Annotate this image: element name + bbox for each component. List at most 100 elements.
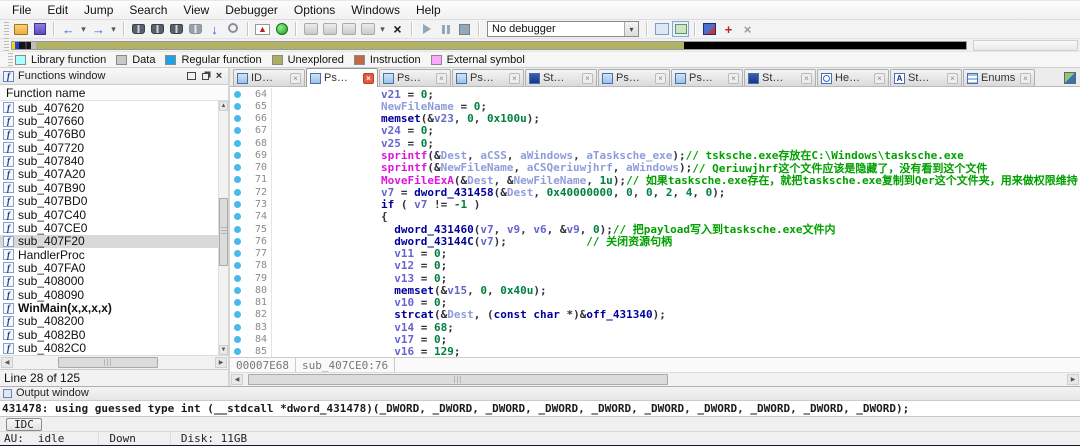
debugger-options-icon[interactable] <box>672 21 689 37</box>
function-row[interactable]: fsub_4076B0 <box>0 128 228 141</box>
pseudocode-horizontal-scrollbar[interactable]: ◀ ▶ <box>230 372 1080 386</box>
tab-ps[interactable]: Ps…× <box>379 69 451 86</box>
tab-close-icon[interactable]: × <box>290 73 301 84</box>
menu-item-file[interactable]: File <box>4 2 39 18</box>
tab-ps[interactable]: Ps…× <box>671 69 743 86</box>
tab-ps[interactable]: Ps…× <box>306 68 378 87</box>
nav-forward-icon[interactable] <box>90 21 107 37</box>
code-line[interactable]: 78 v12 = 0; <box>230 260 1080 272</box>
tab-close-icon[interactable]: × <box>436 73 447 84</box>
jump-function-icon[interactable] <box>149 21 166 37</box>
code-line[interactable]: 82 strcat(&Dest, (const char *)&off_4313… <box>230 309 1080 321</box>
close-toolbar-icon[interactable] <box>389 21 406 37</box>
menu-item-debugger[interactable]: Debugger <box>217 2 286 18</box>
caret-down-icon[interactable] <box>79 21 88 37</box>
function-row[interactable]: fsub_407FA0 <box>0 261 228 274</box>
modules-icon[interactable] <box>701 21 718 37</box>
function-row[interactable]: fsub_407A20 <box>0 168 228 181</box>
tab-close-icon[interactable]: × <box>1020 73 1031 84</box>
caret-down-icon[interactable] <box>109 21 118 37</box>
save-icon[interactable] <box>31 21 48 37</box>
debugger-select[interactable]: No debugger▾ <box>487 21 639 37</box>
float-icon[interactable] <box>199 70 211 82</box>
tab-id[interactable]: ID…× <box>233 69 305 86</box>
menu-item-help[interactable]: Help <box>408 2 449 18</box>
open-file-icon[interactable] <box>12 21 29 37</box>
stop-icon[interactable] <box>456 21 473 37</box>
debug-tool-icon-4[interactable] <box>359 21 376 37</box>
function-name-column-header[interactable]: Function name <box>0 85 228 101</box>
menu-item-jump[interactable]: Jump <box>76 2 121 18</box>
tab-st[interactable]: St…× <box>744 69 816 86</box>
code-line[interactable]: 65 NewFileName = 0; <box>230 100 1080 112</box>
jump-name-icon[interactable] <box>168 21 185 37</box>
jump-down-icon[interactable] <box>206 21 223 37</box>
function-row[interactable]: fsub_4082C0 <box>0 341 228 354</box>
tab-close-icon[interactable]: × <box>728 73 739 84</box>
navigation-band[interactable] <box>0 39 1080 52</box>
menu-item-windows[interactable]: Windows <box>343 2 408 18</box>
tab-ps[interactable]: Ps…× <box>598 69 670 86</box>
function-row[interactable]: fsub_407CE0 <box>0 221 228 234</box>
function-row[interactable]: fsub_407C40 <box>0 208 228 221</box>
function-row[interactable]: fHandlerProc <box>0 248 228 261</box>
scroll-right-icon[interactable]: ▶ <box>215 357 227 368</box>
pseudocode-view[interactable]: 64 v21 = 0;65 NewFileName = 0;66 memset(… <box>230 87 1080 357</box>
function-row[interactable]: fsub_407BD0 <box>0 195 228 208</box>
nav-back-icon[interactable] <box>60 21 77 37</box>
scroll-left-icon[interactable]: ◀ <box>1 357 13 368</box>
menu-item-search[interactable]: Search <box>121 2 175 18</box>
tab-st[interactable]: St…× <box>890 69 962 86</box>
toolbar-drag-handle[interactable] <box>4 38 9 52</box>
add-breakpoint-icon[interactable] <box>720 21 737 37</box>
tab-st[interactable]: St…× <box>525 69 597 86</box>
navigation-band-segment[interactable] <box>36 42 684 49</box>
output-window-titlebar[interactable]: Output window <box>0 387 1080 401</box>
function-row[interactable]: fsub_408090 <box>0 288 228 301</box>
function-row[interactable]: fsub_407F20 <box>0 235 228 248</box>
debug-tool-icon-3[interactable] <box>340 21 357 37</box>
scroll-down-icon[interactable]: ▼ <box>219 345 228 355</box>
code-line[interactable]: 85 v16 = 129; <box>230 346 1080 357</box>
navigation-band-strip[interactable] <box>11 41 967 50</box>
functions-vertical-scrollbar[interactable]: ▲ ▼ <box>218 101 228 355</box>
tab-close-icon[interactable]: × <box>363 73 374 84</box>
code-line[interactable]: 84 v17 = 0; <box>230 333 1080 345</box>
scrollbar-thumb[interactable] <box>219 198 228 267</box>
tab-close-icon[interactable]: × <box>582 73 593 84</box>
scroll-up-icon[interactable]: ▲ <box>219 101 228 111</box>
code-line[interactable]: 83 v14 = 68; <box>230 321 1080 333</box>
tab-list-icon[interactable] <box>1064 72 1076 84</box>
tab-close-icon[interactable]: × <box>509 73 520 84</box>
idc-tab-button[interactable]: IDC <box>6 418 42 431</box>
switch-debugger-icon[interactable] <box>653 21 670 37</box>
code-line[interactable]: 81 v10 = 0; <box>230 297 1080 309</box>
tab-ps[interactable]: Ps…× <box>452 69 524 86</box>
function-row[interactable]: fsub_407840 <box>0 154 228 167</box>
code-line[interactable]: 80 memset(&v15, 0, 0x40u); <box>230 284 1080 296</box>
scroll-left-icon[interactable]: ◀ <box>231 374 243 385</box>
functions-horizontal-scrollbar[interactable]: ◀ ▶ <box>0 355 228 369</box>
function-row[interactable]: fsub_408200 <box>0 315 228 328</box>
analysis-chart-icon[interactable] <box>254 21 271 37</box>
legend-drag-handle[interactable] <box>8 53 13 67</box>
function-row[interactable]: fsub_4082B0 <box>0 328 228 341</box>
code-line[interactable]: 66 memset(&v23, 0, 0x100u); <box>230 113 1080 125</box>
play-icon[interactable] <box>418 21 435 37</box>
scroll-right-icon[interactable]: ▶ <box>1067 374 1079 385</box>
chevron-down-icon[interactable]: ▾ <box>624 22 638 36</box>
function-row[interactable]: fsub_407620 <box>0 101 228 114</box>
toolbar-drag-handle[interactable] <box>4 22 9 36</box>
tab-close-icon[interactable]: × <box>801 73 812 84</box>
function-row[interactable]: fsub_408000 <box>0 275 228 288</box>
debug-tool-icon-2[interactable] <box>321 21 338 37</box>
function-row[interactable]: fsub_407660 <box>0 114 228 127</box>
code-line[interactable]: 71 MoveFileExA(&Dest, &NewFileName, 1u);… <box>230 174 1080 186</box>
code-line[interactable]: 73 if ( v7 != -1 ) <box>230 198 1080 210</box>
functions-window-titlebar[interactable]: f Functions window <box>0 68 228 85</box>
code-line[interactable]: 76 dword_43144C(v7); // 关闭资源句柄 <box>230 235 1080 247</box>
delete-breakpoint-icon[interactable] <box>739 21 756 37</box>
code-line[interactable]: 67 v24 = 0; <box>230 125 1080 137</box>
search-dim-icon[interactable] <box>187 21 204 37</box>
tab-he[interactable]: He…× <box>817 69 889 86</box>
